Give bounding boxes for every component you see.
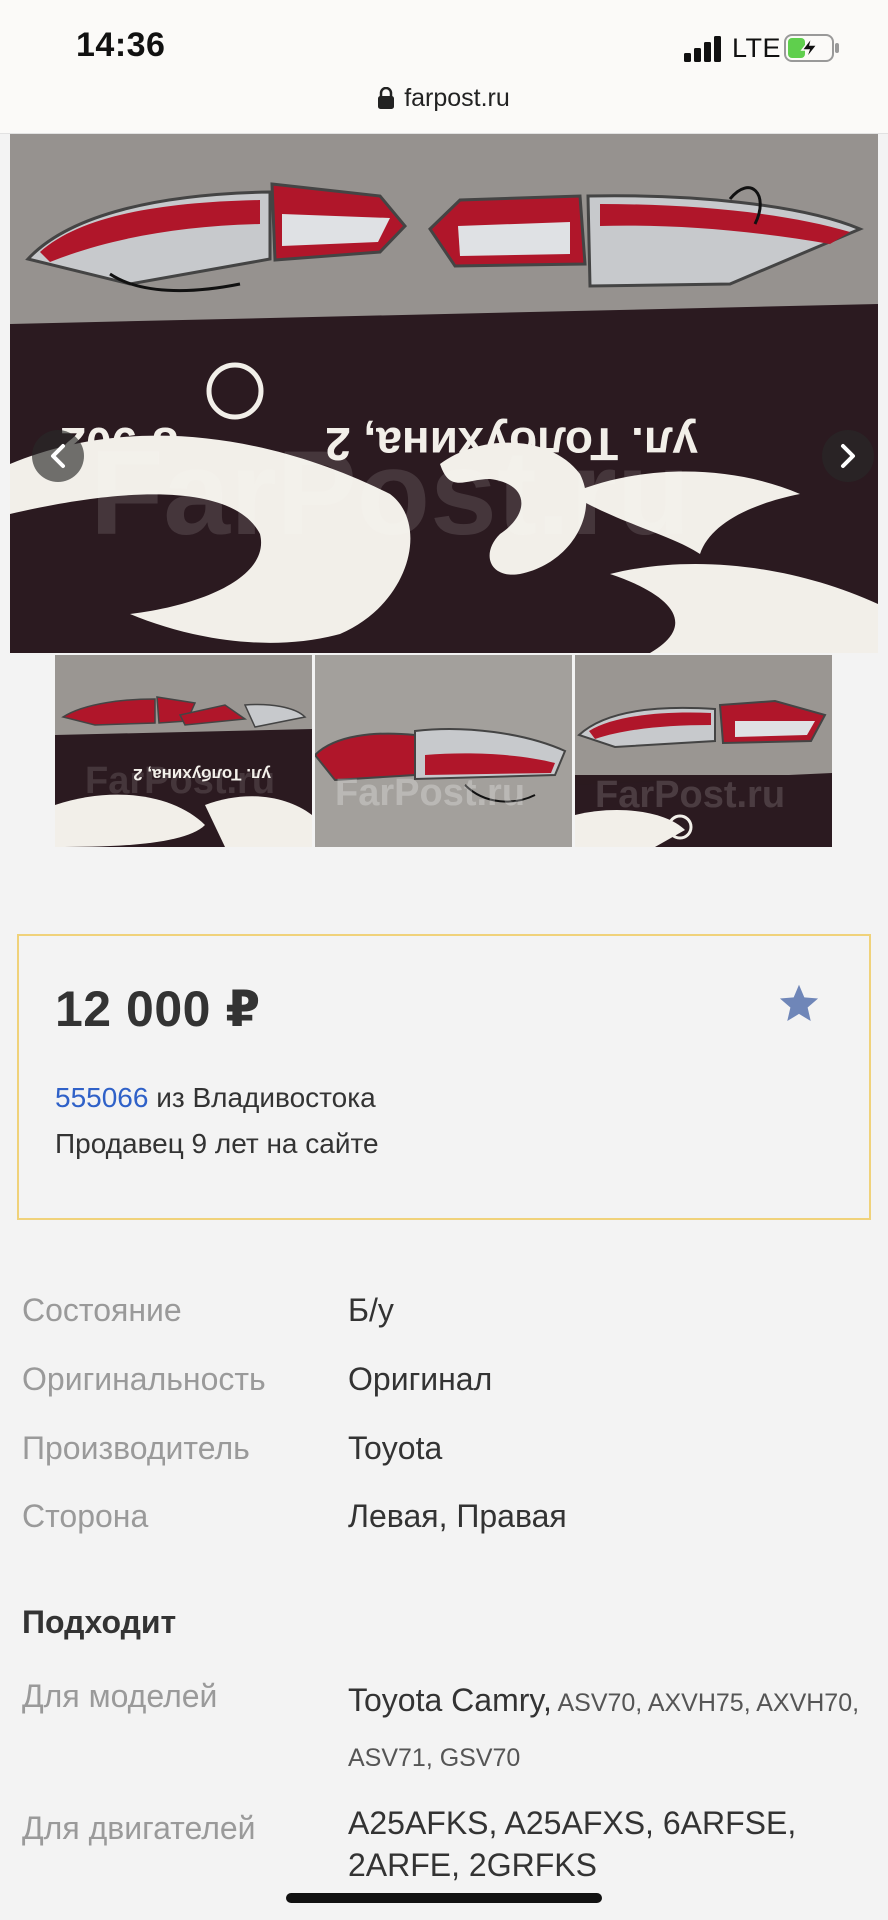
- seller-info: 555066 из Владивостока: [55, 1082, 376, 1114]
- spec-value: Оригинал: [348, 1361, 493, 1397]
- spec-label: Оригинальность: [22, 1361, 266, 1397]
- svg-text:FarPost.ru: FarPost.ru: [85, 760, 275, 802]
- cellular-signal-icon: [684, 36, 722, 62]
- status-time: 14:36: [76, 26, 166, 64]
- battery-charging-icon: [784, 34, 840, 62]
- seller-link[interactable]: 555066: [55, 1082, 148, 1113]
- browser-top-bar: 14:36 LTE farpost.ru: [0, 0, 888, 134]
- svg-text:8-902: 8-902: [575, 813, 641, 843]
- spec-label: Для двигателей: [22, 1810, 256, 1846]
- thumbnail-strip: ул. Толбухина, 2 FarPost.ru FarPost.ru 8…: [55, 655, 832, 847]
- chevron-right-icon: [841, 444, 855, 468]
- spec-value: Toyota: [348, 1430, 443, 1466]
- favorite-star-icon[interactable]: [777, 982, 821, 1026]
- spec-value: Б/у: [348, 1292, 394, 1328]
- url-text: farpost.ru: [404, 84, 510, 112]
- spec-label: Производитель: [22, 1430, 250, 1466]
- thumbnail-2[interactable]: FarPost.ru: [315, 655, 572, 847]
- previous-photo-button[interactable]: [32, 430, 84, 482]
- spec-label: Сторона: [22, 1498, 149, 1534]
- price: 12 000 ₽: [55, 981, 261, 1037]
- spec-value: Левая, Правая: [348, 1498, 567, 1534]
- fits-section-title: Подходит: [22, 1604, 177, 1640]
- address-bar[interactable]: farpost.ru: [0, 84, 888, 116]
- spec-label: Состояние: [22, 1292, 182, 1328]
- next-photo-button[interactable]: [822, 430, 874, 482]
- network-type: LTE: [732, 33, 782, 63]
- model-name: Toyota Camry,: [348, 1682, 552, 1718]
- watermark-text: FarPost.ru: [90, 426, 690, 560]
- seller-city: из Владивостока: [148, 1082, 376, 1113]
- svg-text:FarPost.ru: FarPost.ru: [595, 774, 785, 816]
- price-card: 12 000 ₽ 555066 из Владивостока Продавец…: [17, 934, 871, 1220]
- chevron-left-icon: [51, 444, 65, 468]
- engines-value: A25AFKS, A25AFXS, 6ARFSE, 2ARFE, 2GRFKS: [348, 1805, 797, 1883]
- home-indicator[interactable]: [286, 1893, 602, 1903]
- main-photo[interactable]: ул. Толбухина, 2 8-902 FarPost.ru: [10, 134, 878, 653]
- svg-text:FarPost.ru: FarPost.ru: [335, 772, 525, 814]
- lock-icon: [378, 86, 395, 116]
- models-value: Toyota Camry, ASV70, AXVH75, AXVH70, ASV…: [348, 1674, 868, 1784]
- thumbnail-3[interactable]: 8-902 FarPost.ru: [575, 655, 832, 847]
- spec-label: Для моделей: [22, 1678, 218, 1714]
- seller-age: Продавец 9 лет на сайте: [55, 1128, 379, 1159]
- thumbnail-1[interactable]: ул. Толбухина, 2 FarPost.ru: [55, 655, 312, 847]
